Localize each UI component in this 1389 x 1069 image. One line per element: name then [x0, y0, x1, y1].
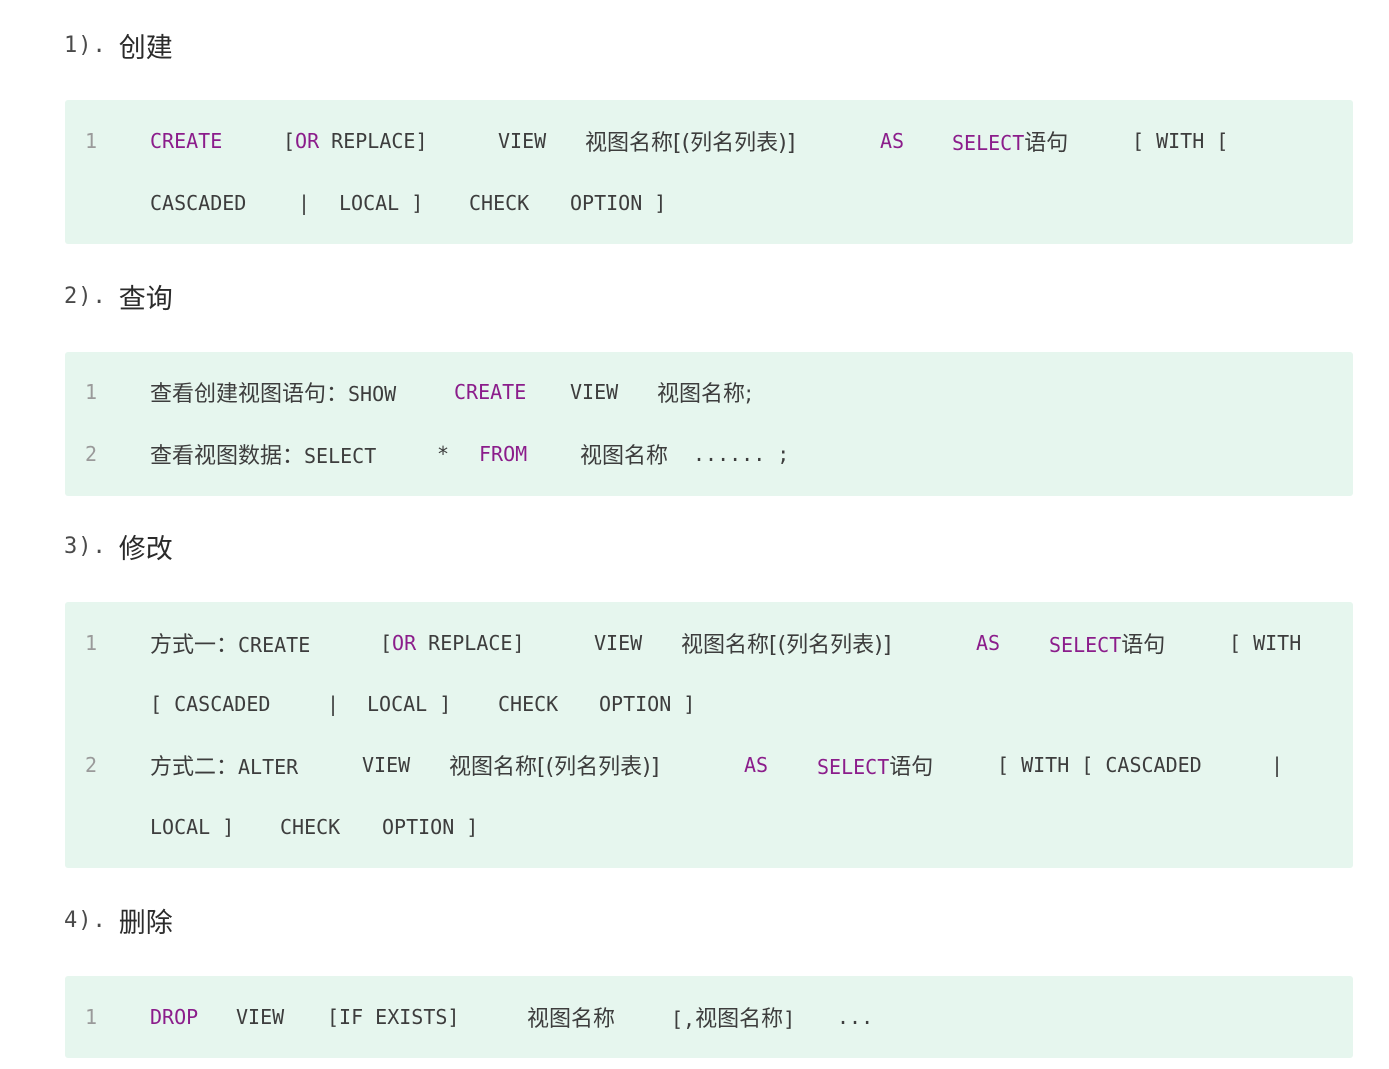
code-token: 方式二：ALTER	[150, 755, 299, 780]
section-title: 创建	[118, 32, 173, 64]
section-number: 2).	[64, 283, 107, 309]
section-heading-create: 1). 创建	[64, 25, 173, 65]
code-token: AS	[976, 631, 1001, 655]
section-number: 3).	[64, 533, 107, 559]
code-token: AS	[744, 753, 769, 777]
code-token: FROM	[479, 442, 528, 466]
code-token: LOCAL ]	[367, 692, 452, 716]
line-number: 1	[85, 631, 98, 655]
line-number: 2	[85, 753, 98, 777]
code-line: 1 CREATE [OR REPLACE] VIEW 视图名称[(列名列表)] …	[65, 121, 1353, 161]
code-token: VIEW	[498, 129, 547, 153]
code-token: AS	[880, 129, 905, 153]
code-token: OPTION ]	[599, 692, 696, 716]
code-token: *	[437, 442, 450, 466]
code-token: 视图名称	[527, 1007, 616, 1032]
code-line-wrap: CASCADED | LOCAL ] CHECK OPTION ]	[65, 183, 1353, 223]
code-token: |	[1271, 753, 1284, 777]
code-token: CREATE	[150, 129, 223, 153]
code-line-wrap: LOCAL ] CHECK OPTION ]	[65, 807, 1353, 847]
code-token: VIEW	[570, 380, 619, 404]
code-token: SELECT语句	[952, 131, 1069, 156]
code-token: LOCAL ]	[150, 815, 235, 839]
code-token: VIEW	[594, 631, 643, 655]
section-title: 查询	[118, 283, 173, 315]
code-token: [IF EXISTS]	[327, 1005, 460, 1029]
code-token: [OR REPLACE]	[380, 631, 525, 655]
code-token: 视图名称;	[657, 382, 753, 407]
code-block-modify: 1 方式一：CREATE [OR REPLACE] VIEW 视图名称[(列名列…	[65, 602, 1353, 868]
section-title: 删除	[118, 907, 173, 939]
code-token: DROP	[150, 1005, 199, 1029]
code-token: OPTION ]	[570, 191, 667, 215]
code-token: [ CASCADED	[150, 692, 271, 716]
code-token: LOCAL ]	[339, 191, 424, 215]
line-number: 1	[85, 380, 98, 404]
code-line-wrap: [ CASCADED | LOCAL ] CHECK OPTION ]	[65, 684, 1353, 724]
code-token: VIEW	[362, 753, 411, 777]
code-token: |	[298, 191, 311, 215]
code-token: SELECT语句	[817, 755, 934, 780]
code-block-delete: 1 DROP VIEW [IF EXISTS] 视图名称 [,视图名称] ...	[65, 976, 1353, 1058]
code-token: 视图名称	[580, 444, 669, 469]
section-number: 1).	[64, 32, 107, 58]
section-number: 4).	[64, 907, 107, 933]
section-heading-query: 2). 查询	[64, 276, 173, 316]
code-token: ...... ;	[693, 442, 790, 466]
code-token: SELECT语句	[1049, 633, 1166, 658]
code-token: [ WITH [	[1132, 129, 1229, 153]
code-token: CASCADED	[150, 191, 247, 215]
code-token: 视图名称[(列名列表)]	[585, 131, 796, 156]
code-token: CHECK	[280, 815, 341, 839]
code-token: VIEW	[236, 1005, 285, 1029]
line-number: 2	[85, 442, 98, 466]
code-token: 查看视图数据：SELECT	[150, 444, 377, 469]
code-token: ...	[837, 1005, 874, 1029]
code-token: 视图名称[(列名列表)]	[449, 755, 660, 780]
section-title: 修改	[118, 533, 173, 565]
code-token: CHECK	[469, 191, 530, 215]
section-heading-delete: 4). 删除	[64, 900, 173, 940]
code-token: 查看创建视图语句：SHOW	[150, 382, 397, 407]
code-line: 1 方式一：CREATE [OR REPLACE] VIEW 视图名称[(列名列…	[65, 623, 1353, 663]
code-token: |	[327, 692, 340, 716]
code-token: OPTION ]	[382, 815, 479, 839]
code-token: CHECK	[498, 692, 559, 716]
code-token: [ WITH [ CASCADED	[997, 753, 1202, 777]
code-token: [,视图名称]	[671, 1007, 796, 1032]
code-line: 1 查看创建视图语句：SHOW CREATE VIEW 视图名称;	[65, 372, 1353, 412]
code-block-query: 1 查看创建视图语句：SHOW CREATE VIEW 视图名称; 2 查看视图…	[65, 352, 1353, 496]
code-token: 视图名称[(列名列表)]	[681, 633, 892, 658]
section-heading-modify: 3). 修改	[64, 526, 173, 566]
code-token: [OR REPLACE]	[283, 129, 428, 153]
code-token: [ WITH	[1229, 631, 1302, 655]
code-block-create: 1 CREATE [OR REPLACE] VIEW 视图名称[(列名列表)] …	[65, 100, 1353, 244]
code-line: 2 查看视图数据：SELECT * FROM 视图名称 ...... ;	[65, 434, 1353, 474]
line-number: 1	[85, 129, 98, 153]
code-token: CREATE	[454, 380, 527, 404]
line-number: 1	[85, 1005, 98, 1029]
code-line: 1 DROP VIEW [IF EXISTS] 视图名称 [,视图名称] ...	[65, 997, 1353, 1037]
code-token: 方式一：CREATE	[150, 633, 311, 658]
code-line: 2 方式二：ALTER VIEW 视图名称[(列名列表)] AS SELECT语…	[65, 745, 1353, 785]
